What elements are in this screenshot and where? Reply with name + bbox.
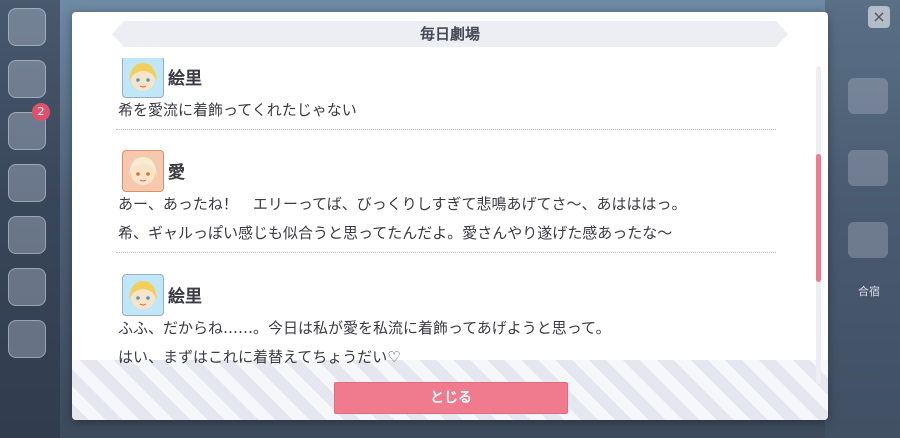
- background-banner: [848, 78, 888, 114]
- message-line: 希を愛流に着飾ってくれたじゃない: [118, 101, 357, 119]
- message-log[interactable]: 絵里 希を愛流に着飾ってくれたじゃない 愛 あー、あったね！ エリーってば、びっ…: [116, 58, 780, 384]
- dialog-title: 毎日劇場: [419, 25, 480, 43]
- background-banner: [848, 150, 888, 186]
- close-button[interactable]: とじる: [334, 382, 568, 414]
- scrollbar[interactable]: [816, 66, 821, 384]
- message-entry: 愛 あー、あったね！ エリーってば、びっくりしすぎて悲鳴あげてさ〜、あはははっ。…: [116, 150, 780, 253]
- message-header: 愛: [116, 150, 780, 192]
- expand-icon: [8, 320, 46, 358]
- message-header: 絵里: [116, 274, 780, 316]
- menu-icon: [8, 8, 46, 46]
- chat-icon: [8, 60, 46, 98]
- eri-avatar: [122, 274, 164, 316]
- eri-avatar: [122, 58, 164, 98]
- background-close-icon: ×: [868, 6, 890, 28]
- speaker-name: 絵里: [168, 287, 202, 307]
- message-line: ふふ、だからね……。今日は私が愛を私流に着飾ってあげようと思って。: [118, 319, 611, 337]
- background-banner: [848, 222, 888, 258]
- background-right-panel: × 合宿: [825, 0, 900, 438]
- ai-avatar: [122, 150, 164, 192]
- message-line: 希、ギャルっぽい感じも似合うと思ってたんだよ。愛さんやり遂げた感あったな〜: [118, 224, 673, 242]
- message-entry: 絵里 希を愛流に着飾ってくれたじゃない: [116, 58, 780, 130]
- message-line: あー、あったね！ エリーってば、びっくりしすぎて悲鳴あげてさ〜、あはははっ。: [118, 195, 687, 213]
- message-header: 絵里: [116, 58, 780, 98]
- background-sidebar: 2: [0, 0, 60, 438]
- member-icon: [8, 268, 46, 306]
- message-line: はい、まずはこれに着替えてちょうだい♡: [118, 348, 401, 366]
- gift-icon: [8, 164, 46, 202]
- dialog-title-bar: 毎日劇場: [112, 21, 788, 47]
- background-label: 合宿: [858, 285, 880, 298]
- daily-theater-dialog: 毎日劇場 絵里 希を愛流に着飾ってくれたじゃない 愛 あー、あったね！ エリーっ…: [72, 12, 828, 420]
- divider: [116, 129, 776, 130]
- divider: [116, 252, 776, 253]
- heart-icon: [8, 216, 46, 254]
- scrollbar-thumb[interactable]: [816, 154, 821, 282]
- speaker-name: 愛: [168, 163, 185, 183]
- notification-badge: 2: [32, 103, 50, 121]
- message-entry: 絵里 ふふ、だからね……。今日は私が愛を私流に着飾ってあげようと思って。 はい、…: [116, 274, 780, 372]
- speaker-name: 絵里: [168, 69, 202, 89]
